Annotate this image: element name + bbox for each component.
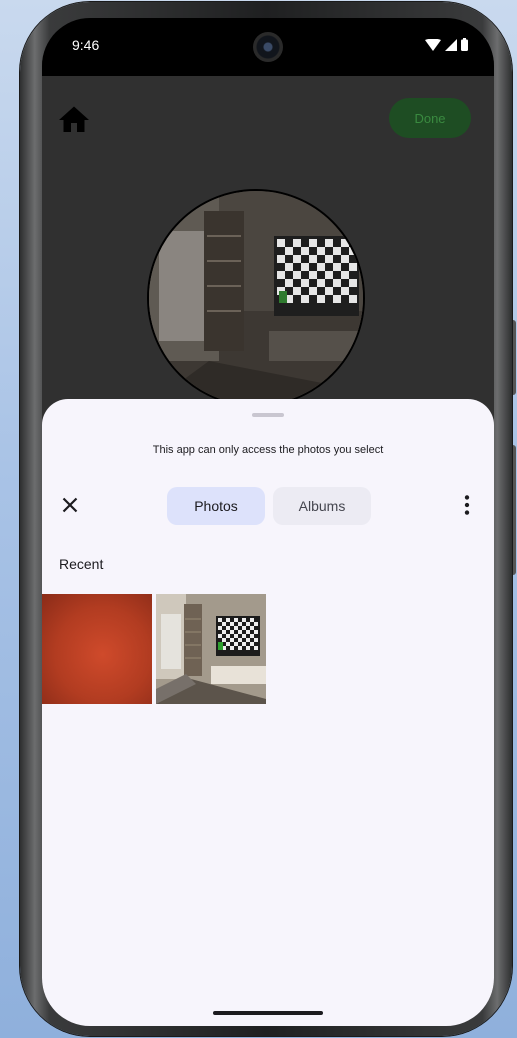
photo-picker-sheet: This app can only access the photos you … [42, 399, 494, 1026]
close-button[interactable] [57, 492, 83, 518]
status-bar: 9:46 [42, 18, 494, 76]
photo-thumbnail-red[interactable] [42, 594, 152, 704]
more-vert-icon [464, 495, 470, 515]
phone-screen: 9:46 Done This app can only access the p… [42, 18, 494, 1026]
room-thumbnail-image [156, 594, 266, 704]
section-title-recent: Recent [59, 556, 104, 572]
picker-tabs: Photos Albums [167, 487, 371, 525]
status-icons [425, 38, 468, 51]
done-button[interactable]: Done [389, 98, 471, 138]
tab-photos[interactable]: Photos [167, 487, 265, 525]
wifi-icon [425, 38, 441, 51]
home-icon [59, 106, 89, 132]
sheet-drag-handle[interactable] [252, 413, 284, 417]
tab-albums[interactable]: Albums [273, 487, 371, 525]
profile-photo-preview [147, 189, 365, 407]
status-time: 9:46 [72, 37, 100, 53]
gesture-nav-handle[interactable] [213, 1011, 323, 1015]
photo-thumbnail-room[interactable] [156, 594, 266, 704]
room-photo [149, 191, 363, 405]
close-icon [62, 497, 78, 513]
battery-icon [461, 38, 468, 51]
access-notice: This app can only access the photos you … [152, 444, 384, 456]
home-button[interactable] [56, 102, 92, 138]
front-camera [253, 32, 283, 62]
more-options-button[interactable] [454, 492, 480, 518]
cell-signal-icon [445, 38, 457, 51]
